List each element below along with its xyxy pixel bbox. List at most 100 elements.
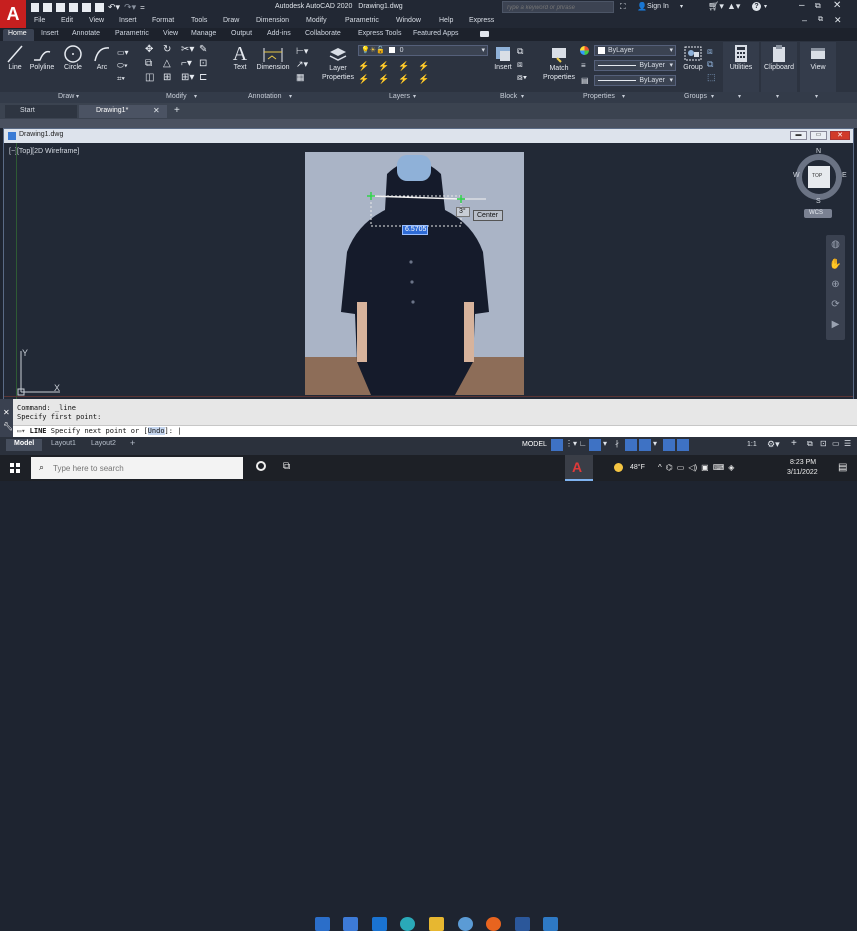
- panel-properties-dropdown-icon[interactable]: ▾: [622, 93, 625, 100]
- annotation-monitor-icon[interactable]: +: [791, 438, 797, 449]
- orbit-icon[interactable]: ⟳: [826, 295, 845, 315]
- clock-date[interactable]: 3/11/2022: [787, 469, 818, 476]
- layout-tab-model[interactable]: Model: [6, 439, 42, 451]
- clock-time[interactable]: 8:23 PM: [790, 459, 816, 466]
- workspace-gear-icon[interactable]: ⚙▾: [767, 439, 780, 450]
- start-tab[interactable]: Start: [5, 105, 77, 118]
- menu-help[interactable]: Help: [439, 17, 453, 24]
- panel-draw-dropdown-icon[interactable]: ▾: [76, 93, 79, 100]
- panel-layers-title[interactable]: Layers: [389, 93, 410, 100]
- windows-start-icon[interactable]: [10, 463, 20, 473]
- tray-volume-icon[interactable]: ◁): [688, 463, 697, 472]
- text-button[interactable]: A Text: [228, 44, 252, 71]
- layer-tool-icon-5[interactable]: ⚡: [358, 74, 378, 84]
- search-box[interactable]: [502, 1, 614, 13]
- redo-icon[interactable]: ↷▾: [124, 3, 136, 12]
- command-history-grip[interactable]: [0, 399, 13, 437]
- autocad-taskbar-item[interactable]: A: [565, 455, 593, 481]
- panel-groups-title[interactable]: Groups: [684, 93, 707, 100]
- wcs-menu[interactable]: WCS: [804, 209, 832, 218]
- menu-view[interactable]: View: [89, 17, 104, 24]
- taskbar-search-input[interactable]: [53, 461, 233, 475]
- tab-view[interactable]: View: [163, 30, 178, 37]
- block-attribute-icon[interactable]: ⧇▾: [517, 71, 531, 84]
- doc-minimize-icon[interactable]: –: [802, 15, 807, 25]
- dimension-button[interactable]: Dimension: [254, 44, 292, 71]
- utilities-dropdown-icon[interactable]: ▾: [738, 93, 741, 100]
- trim-icon[interactable]: ✂▾: [181, 44, 199, 55]
- tab-collaborate[interactable]: Collaborate: [305, 30, 341, 37]
- viewcube-east[interactable]: E: [842, 172, 847, 179]
- sign-in-link[interactable]: Sign In: [647, 3, 669, 10]
- save-icon[interactable]: [56, 3, 65, 12]
- viewcube-top-face[interactable]: TOP: [812, 173, 822, 179]
- lineweight-toggle-icon[interactable]: [639, 439, 651, 451]
- offset-icon[interactable]: ⊏: [199, 72, 217, 83]
- customization-icon[interactable]: ☰: [844, 439, 851, 448]
- copy-icon[interactable]: ⧉: [145, 58, 163, 69]
- object-snap-tracking-icon[interactable]: ∤: [615, 439, 623, 451]
- tab-featured-apps[interactable]: Featured Apps: [413, 30, 459, 37]
- group-select-icon[interactable]: ⬚: [707, 71, 719, 84]
- layout-tab-layout1[interactable]: Layout1: [51, 440, 76, 447]
- showmotion-icon[interactable]: ▶: [826, 315, 845, 335]
- firefox-app-icon[interactable]: [486, 917, 501, 931]
- command-close-icon[interactable]: ✕: [3, 408, 10, 417]
- layer-tool-icon-7[interactable]: ⚡: [398, 74, 418, 84]
- save-as-icon[interactable]: [69, 3, 78, 12]
- mail-app-icon[interactable]: [315, 917, 330, 931]
- rectangle-icon[interactable]: ▭▾: [117, 46, 139, 59]
- tray-input-icon[interactable]: ⌨: [713, 463, 725, 472]
- cortana-icon[interactable]: [256, 461, 266, 471]
- restore-icon[interactable]: ⧉: [815, 1, 821, 11]
- drawing-maximize-icon[interactable]: ▭: [810, 131, 827, 140]
- circle-button[interactable]: Circle: [61, 44, 85, 71]
- doc-restore-icon[interactable]: ⧉: [818, 16, 823, 24]
- annotation-visibility-icon[interactable]: [663, 439, 675, 451]
- menu-draw[interactable]: Draw: [223, 17, 239, 24]
- group-button[interactable]: Group: [680, 44, 706, 71]
- view-button[interactable]: View: [800, 44, 836, 71]
- viewcube-north[interactable]: N: [816, 148, 821, 155]
- model-space-toggle[interactable]: MODEL: [522, 441, 547, 448]
- linear-dim-icon[interactable]: ⊢▾: [296, 45, 316, 58]
- help-dropdown-icon[interactable]: ▾: [764, 3, 767, 10]
- list-icon[interactable]: ▤: [581, 76, 589, 85]
- globe-app-icon[interactable]: [458, 917, 473, 931]
- transparency-icon[interactable]: ▾: [653, 439, 661, 451]
- qat-dropdown-icon[interactable]: =: [140, 3, 145, 12]
- dimension-input[interactable]: 6.5705: [402, 225, 428, 235]
- menu-parametric[interactable]: Parametric: [345, 17, 379, 24]
- raster-image[interactable]: [305, 152, 524, 395]
- task-view-icon[interactable]: ⧉: [283, 461, 290, 472]
- tab-add-ins[interactable]: Add-ins: [267, 30, 291, 37]
- panel-annotation-title[interactable]: Annotation: [248, 93, 281, 100]
- rotate-icon[interactable]: ↻: [163, 44, 181, 55]
- new-icon[interactable]: [31, 3, 39, 12]
- minimize-icon[interactable]: –: [799, 0, 805, 11]
- viewcube-west[interactable]: W: [793, 172, 800, 179]
- layer-tool-icon-6[interactable]: ⚡: [378, 74, 398, 84]
- isolate-objects-icon[interactable]: ▭: [832, 439, 840, 448]
- panel-modify-dropdown-icon[interactable]: ▾: [194, 93, 197, 100]
- tab-insert[interactable]: Insert: [41, 30, 59, 37]
- utilities-button[interactable]: Utilities: [725, 44, 757, 71]
- autoscale-icon[interactable]: [677, 439, 689, 451]
- tray-network-icon[interactable]: ⌬: [666, 463, 673, 472]
- menu-edit[interactable]: Edit: [61, 17, 73, 24]
- drawing-tab-close-icon[interactable]: ✕: [153, 106, 160, 115]
- notification-icon[interactable]: ▤: [838, 462, 847, 473]
- drawing-tab[interactable]: Drawing1* ✕: [79, 105, 167, 118]
- hatch-icon[interactable]: ⬭▾: [117, 59, 139, 72]
- menu-tools[interactable]: Tools: [191, 17, 207, 24]
- panel-groups-dropdown-icon[interactable]: ▾: [711, 93, 714, 100]
- menu-file[interactable]: File: [34, 17, 45, 24]
- undo-icon[interactable]: ↶▾: [108, 3, 120, 12]
- mirror-icon[interactable]: △: [163, 58, 181, 69]
- tab-annotate[interactable]: Annotate: [72, 30, 100, 37]
- lineweight-dropdown[interactable]: ByLayer ▾: [594, 75, 676, 86]
- steering-wheel-icon[interactable]: ◍: [826, 235, 845, 255]
- menu-format[interactable]: Format: [152, 17, 174, 24]
- doc-close-icon[interactable]: ✕: [834, 15, 842, 26]
- color-dropdown[interactable]: ByLayer ▾: [594, 45, 676, 56]
